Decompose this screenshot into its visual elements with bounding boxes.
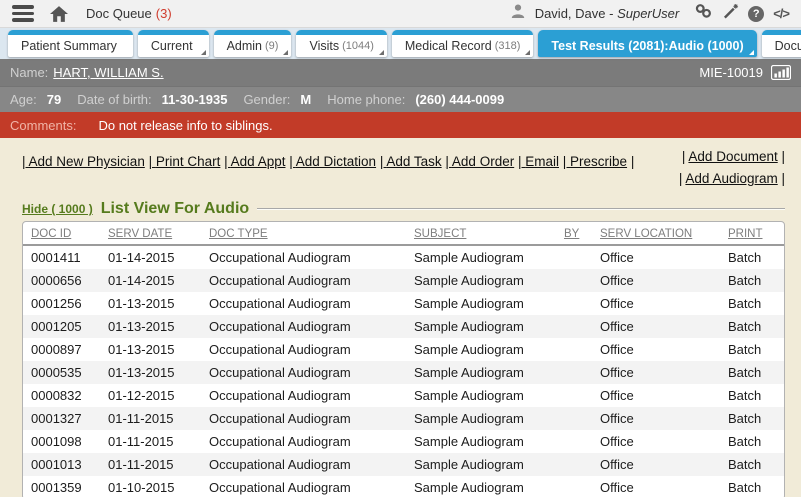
table-row[interactable]: 000109801-11-2015Occupational AudiogramS…	[23, 430, 784, 453]
tab-document-summary[interactable]: Document Summary(3267)	[762, 30, 801, 57]
tab-patient-summary[interactable]: Patient Summary	[8, 30, 133, 57]
table-row[interactable]: 000089701-13-2015Occupational AudiogramS…	[23, 338, 784, 361]
tab-test-results-audio[interactable]: Test Results (2081):Audio (1000)	[538, 30, 756, 57]
gender-value: M	[300, 92, 311, 107]
link-icon[interactable]	[694, 3, 713, 24]
table-row[interactable]: 000065601-14-2015Occupational AudiogramS…	[23, 269, 784, 292]
chevron-fold-icon	[379, 50, 384, 55]
demographics-bar: Age: 79 Date of birth: 11-30-1935 Gender: M…	[0, 86, 801, 112]
age-label: Age:	[10, 92, 37, 107]
tab-current[interactable]: Current	[138, 30, 209, 57]
doc-queue-count: (3)	[156, 6, 172, 21]
audio-list-table: DOC ID SERV DATE DOC TYPE SUBJECT BY SER…	[23, 222, 784, 497]
audio-list-table-container: DOC ID SERV DATE DOC TYPE SUBJECT BY SER…	[22, 221, 785, 497]
table-header-row: DOC ID SERV DATE DOC TYPE SUBJECT BY SER…	[23, 222, 784, 245]
patient-name-bar: Name: HART, WILLIAM S. MIE-10019	[0, 59, 801, 86]
prescribe-link[interactable]: Prescribe	[563, 154, 627, 169]
col-serv-date[interactable]: SERV DATE	[100, 222, 201, 245]
chevron-fold-icon	[201, 50, 206, 55]
wand-icon[interactable]	[722, 3, 739, 25]
home-icon[interactable]	[50, 6, 68, 22]
tab-admin[interactable]: Admin(9)	[214, 30, 292, 57]
tab-strip: Patient Summary Current Admin(9) Visits(…	[0, 28, 801, 59]
add-order-link[interactable]: Add Order	[445, 154, 514, 169]
print-chart-link[interactable]: Print Chart	[149, 154, 221, 169]
email-link[interactable]: Email	[518, 154, 559, 169]
section-divider	[257, 208, 785, 210]
chevron-fold-icon	[749, 50, 754, 55]
content-area: Add New Physician Print Chart Add Appt A…	[0, 138, 801, 497]
table-row[interactable]: 000120501-13-2015Occupational AudiogramS…	[23, 315, 784, 338]
col-by[interactable]: BY	[556, 222, 592, 245]
chevron-fold-icon	[525, 50, 530, 55]
add-document-link[interactable]: Add Document	[688, 149, 777, 164]
col-doc-id[interactable]: DOC ID	[23, 222, 100, 245]
tab-visits[interactable]: Visits(1044)	[296, 30, 386, 57]
add-dictation-link[interactable]: Add Dictation	[289, 154, 376, 169]
add-appt-link[interactable]: Add Appt	[224, 154, 285, 169]
table-row[interactable]: 000135901-10-2015Occupational AudiogramS…	[23, 476, 784, 497]
phone-label: Home phone:	[327, 92, 405, 107]
menu-icon[interactable]	[12, 5, 34, 22]
add-audiogram-link[interactable]: Add Audiogram	[685, 171, 777, 186]
code-icon[interactable]: </>	[773, 6, 789, 21]
patient-name-link[interactable]: HART, WILLIAM S.	[53, 65, 163, 80]
col-print[interactable]: PRINT	[720, 222, 784, 245]
user-role: SuperUser	[617, 6, 679, 21]
comments-text: Do not release info to siblings.	[98, 118, 272, 133]
col-subject[interactable]: SUBJECT	[406, 222, 556, 245]
help-icon[interactable]: ?	[748, 6, 764, 22]
user-icon	[510, 3, 526, 24]
gender-label: Gender:	[243, 92, 290, 107]
user-name[interactable]: David, Dave - SuperUser	[535, 6, 680, 21]
table-row[interactable]: 000141101-14-2015Occupational AudiogramS…	[23, 245, 784, 269]
add-new-physician-link[interactable]: Add New Physician	[22, 154, 145, 169]
comments-bar: Comments: Do not release info to sibling…	[0, 112, 801, 138]
table-row[interactable]: 000125601-13-2015Occupational AudiogramS…	[23, 292, 784, 315]
hide-link[interactable]: Hide ( 1000 )	[22, 202, 93, 216]
col-doc-type[interactable]: DOC TYPE	[201, 222, 406, 245]
table-row[interactable]: 000132701-11-2015Occupational AudiogramS…	[23, 407, 784, 430]
section-header: Hide ( 1000 ) List View For Audio	[22, 200, 785, 218]
chart-actions: Add New Physician Print Chart Add Appt A…	[22, 146, 785, 190]
page-title: Doc Queue	[86, 6, 152, 21]
top-bar: Doc Queue (3) David, Dave - SuperUser ? …	[0, 0, 801, 28]
chevron-fold-icon	[283, 50, 288, 55]
dob-label: Date of birth:	[77, 92, 151, 107]
add-task-link[interactable]: Add Task	[380, 154, 442, 169]
age-value: 79	[47, 92, 61, 107]
dob-value: 11-30-1935	[162, 92, 228, 107]
patient-id: MIE-10019	[699, 65, 763, 80]
chart-icon[interactable]	[771, 65, 791, 80]
section-title: List View For Audio	[101, 200, 249, 218]
tab-medical-record[interactable]: Medical Record(318)	[392, 30, 534, 57]
name-label: Name:	[10, 65, 48, 80]
chart-action-links: Add New Physician Print Chart Add Appt A…	[22, 146, 634, 190]
comments-label: Comments:	[10, 118, 76, 133]
table-row[interactable]: 000083201-12-2015Occupational AudiogramS…	[23, 384, 784, 407]
col-serv-location[interactable]: SERV LOCATION	[592, 222, 720, 245]
document-action-links: Add Document Add Audiogram	[679, 146, 785, 190]
table-row[interactable]: 000053501-13-2015Occupational AudiogramS…	[23, 361, 784, 384]
phone-value: (260) 444-0099	[415, 92, 504, 107]
table-row[interactable]: 000101301-11-2015Occupational AudiogramS…	[23, 453, 784, 476]
